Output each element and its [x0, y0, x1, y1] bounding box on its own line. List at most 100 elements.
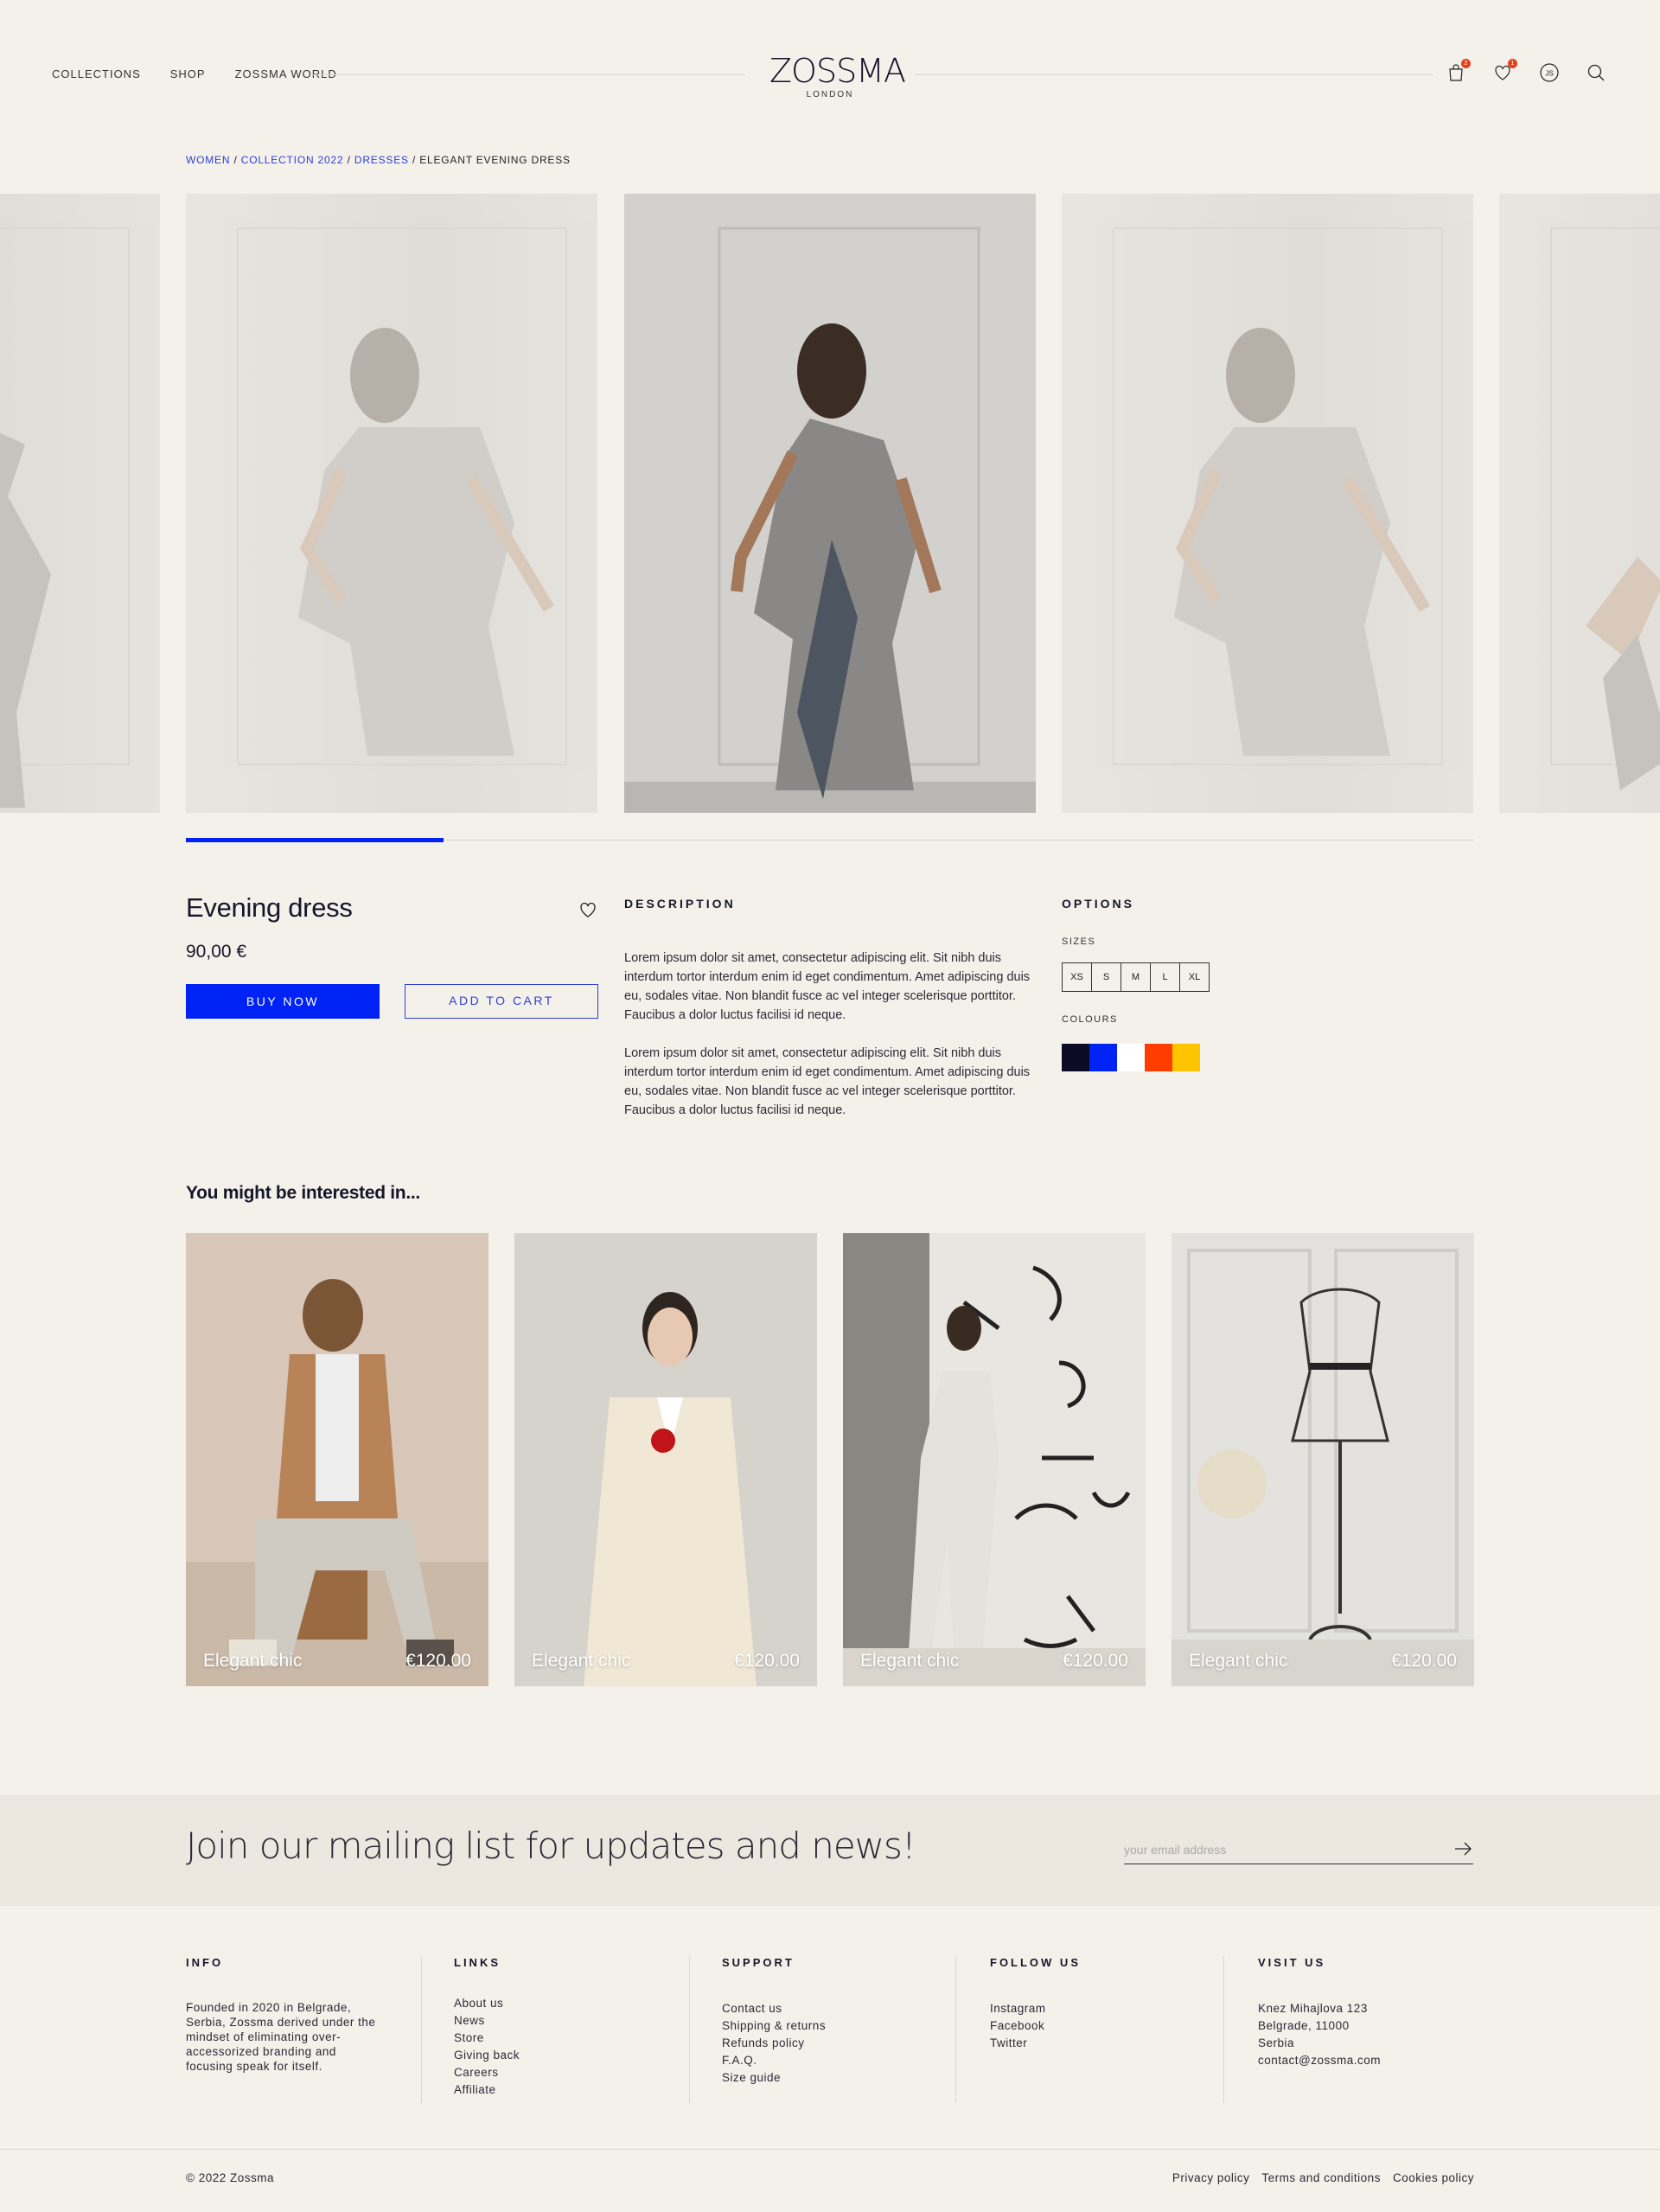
footer-link-size-guide[interactable]: Size guide	[722, 2069, 826, 2087]
description-heading: DESCRIPTION	[624, 897, 736, 911]
breadcrumb-dresses[interactable]: DRESSES	[354, 154, 409, 166]
recommendations-list: Elegant chic €120.00 Elegant chic €120.0…	[186, 1233, 1474, 1686]
newsletter-heading: Join our mailing list for updates and ne…	[186, 1825, 916, 1867]
footer-info-heading: INFO	[186, 1956, 224, 1969]
arrow-right-icon[interactable]	[1452, 1838, 1473, 1859]
footer-link-news[interactable]: News	[454, 2012, 520, 2030]
footer-info: INFO Founded in 2020 in Belgrade, Serbia…	[186, 1956, 385, 2074]
footer-divider	[955, 1956, 956, 2103]
recommendations-title: You might be interested in...	[186, 1183, 420, 1203]
colour-swatch-white[interactable]	[1117, 1044, 1145, 1071]
colour-swatch-orange[interactable]	[1145, 1044, 1172, 1071]
footer-link-shipping[interactable]: Shipping & returns	[722, 2017, 826, 2035]
footer-divider	[1223, 1956, 1224, 2103]
product-card-price: €120.00	[1391, 1651, 1457, 1671]
search-icon[interactable]	[1586, 62, 1606, 83]
product-card-image	[514, 1233, 817, 1686]
footer-link-instagram[interactable]: Instagram	[990, 2000, 1081, 2017]
breadcrumb-collection[interactable]: COLLECTION 2022	[241, 154, 344, 166]
footer-support-heading: SUPPORT	[722, 1956, 795, 1969]
footer-address-city: Belgrade, 11000	[1258, 2019, 1350, 2032]
footer-address-street: Knez Mihajlova 123	[1258, 2002, 1368, 2015]
footer-link-contact[interactable]: Contact us	[722, 2000, 826, 2017]
size-option-l[interactable]: L	[1150, 962, 1180, 992]
breadcrumb: WOMEN / COLLECTION 2022 / DRESSES / ELEG…	[186, 154, 571, 166]
cookies-policy-link[interactable]: Cookies policy	[1393, 2171, 1474, 2184]
buy-now-button[interactable]: BUY NOW	[186, 984, 380, 1019]
add-to-cart-button[interactable]: ADD TO CART	[405, 984, 598, 1019]
account-avatar-icon[interactable]: JS	[1539, 62, 1560, 83]
gallery-image-next[interactable]	[1062, 194, 1473, 813]
footer-visit-heading: VISIT US	[1258, 1956, 1326, 1969]
cart-count-badge: 2	[1461, 59, 1471, 68]
product-gallery[interactable]	[0, 194, 1660, 813]
gallery-image-current[interactable]	[624, 194, 1036, 813]
nav-shop[interactable]: SHOP	[170, 67, 206, 80]
breadcrumb-separator: /	[230, 154, 241, 166]
product-card-name: Elegant chic	[532, 1651, 631, 1671]
footer-link-about[interactable]: About us	[454, 1995, 520, 2012]
product-card-name: Elegant chic	[860, 1651, 960, 1671]
newsletter-banner: Join our mailing list for updates and ne…	[0, 1795, 1660, 1906]
product-card-name: Elegant chic	[203, 1651, 303, 1671]
footer-follow-heading: FOLLOW US	[990, 1956, 1081, 1969]
product-price: 90,00 €	[186, 942, 247, 962]
footer-link-affiliate[interactable]: Affiliate	[454, 2081, 520, 2099]
footer-divider-horizontal	[0, 2149, 1660, 2150]
product-card-price: €120.00	[734, 1651, 800, 1671]
wishlist-icon[interactable]: 1	[1492, 59, 1517, 83]
gallery-progress-fill	[186, 838, 444, 842]
product-card-price: €120.00	[1063, 1651, 1128, 1671]
size-option-m[interactable]: M	[1120, 962, 1151, 992]
footer-link-careers[interactable]: Careers	[454, 2064, 520, 2081]
newsletter-email-input[interactable]	[1124, 1840, 1435, 1859]
gallery-progress-track[interactable]	[186, 838, 1474, 842]
footer-link-store[interactable]: Store	[454, 2030, 520, 2047]
header-actions: 2 1 JS	[1446, 59, 1606, 83]
breadcrumb-separator: /	[343, 154, 354, 166]
colour-swatch-yellow[interactable]	[1172, 1044, 1200, 1071]
footer-divider	[689, 1956, 690, 2103]
footer-link-faq[interactable]: F.A.Q.	[722, 2052, 826, 2069]
product-card[interactable]: Elegant chic €120.00	[514, 1233, 817, 1686]
description-section: DESCRIPTION Lorem ipsum dolor sit amet, …	[624, 897, 1036, 1120]
colours-label: COLOURS	[1062, 1014, 1118, 1025]
product-card[interactable]: Elegant chic €120.00	[186, 1233, 488, 1686]
nav-collections[interactable]: COLLECTIONS	[52, 67, 141, 80]
brand-logo[interactable]: ZOSSMA LONDON	[769, 52, 906, 99]
privacy-policy-link[interactable]: Privacy policy	[1172, 2171, 1250, 2184]
footer-link-twitter[interactable]: Twitter	[990, 2035, 1081, 2052]
footer-contact-email[interactable]: contact@zossma.com	[1258, 2052, 1381, 2069]
sizes-label: SIZES	[1062, 937, 1096, 947]
size-option-xl[interactable]: XL	[1179, 962, 1210, 992]
colour-swatch-navy[interactable]	[1062, 1044, 1089, 1071]
terms-link[interactable]: Terms and conditions	[1261, 2171, 1381, 2184]
footer-link-giving-back[interactable]: Giving back	[454, 2047, 520, 2064]
colour-swatch-blue[interactable]	[1089, 1044, 1117, 1071]
header-divider-left	[313, 74, 745, 75]
product-card[interactable]: Elegant chic €120.00	[1172, 1233, 1474, 1686]
breadcrumb-women[interactable]: WOMEN	[186, 154, 230, 166]
site-header: COLLECTIONS SHOP ZOSSMA WORLD ZOSSMA LON…	[0, 0, 1660, 151]
product-card[interactable]: Elegant chic €120.00	[843, 1233, 1146, 1686]
footer-support: SUPPORT Contact us Shipping & returns Re…	[722, 1956, 826, 2087]
product-card-image	[843, 1233, 1146, 1686]
newsletter-form	[1124, 1833, 1473, 1864]
add-to-wishlist-heart-icon[interactable]	[578, 899, 598, 920]
gallery-image-prev[interactable]	[186, 194, 597, 813]
footer-link-refunds[interactable]: Refunds policy	[722, 2035, 826, 2052]
size-option-s[interactable]: S	[1091, 962, 1121, 992]
gallery-image-next-2[interactable]	[1499, 194, 1660, 813]
logo-city: LONDON	[806, 90, 854, 99]
avatar-initials: JS	[1545, 70, 1553, 78]
size-option-xs[interactable]: XS	[1062, 962, 1092, 992]
product-title: Evening dress	[186, 892, 353, 923]
product-card-image	[1172, 1233, 1474, 1686]
size-selector: XS S M L XL	[1062, 962, 1321, 992]
logo-wordmark: ZOSSMA	[769, 52, 906, 90]
product-card-name: Elegant chic	[1189, 1651, 1288, 1671]
footer-link-facebook[interactable]: Facebook	[990, 2017, 1081, 2035]
footer-divider	[421, 1956, 422, 2103]
gallery-image-prev-2[interactable]	[0, 194, 160, 813]
cart-icon[interactable]: 2	[1446, 59, 1471, 83]
